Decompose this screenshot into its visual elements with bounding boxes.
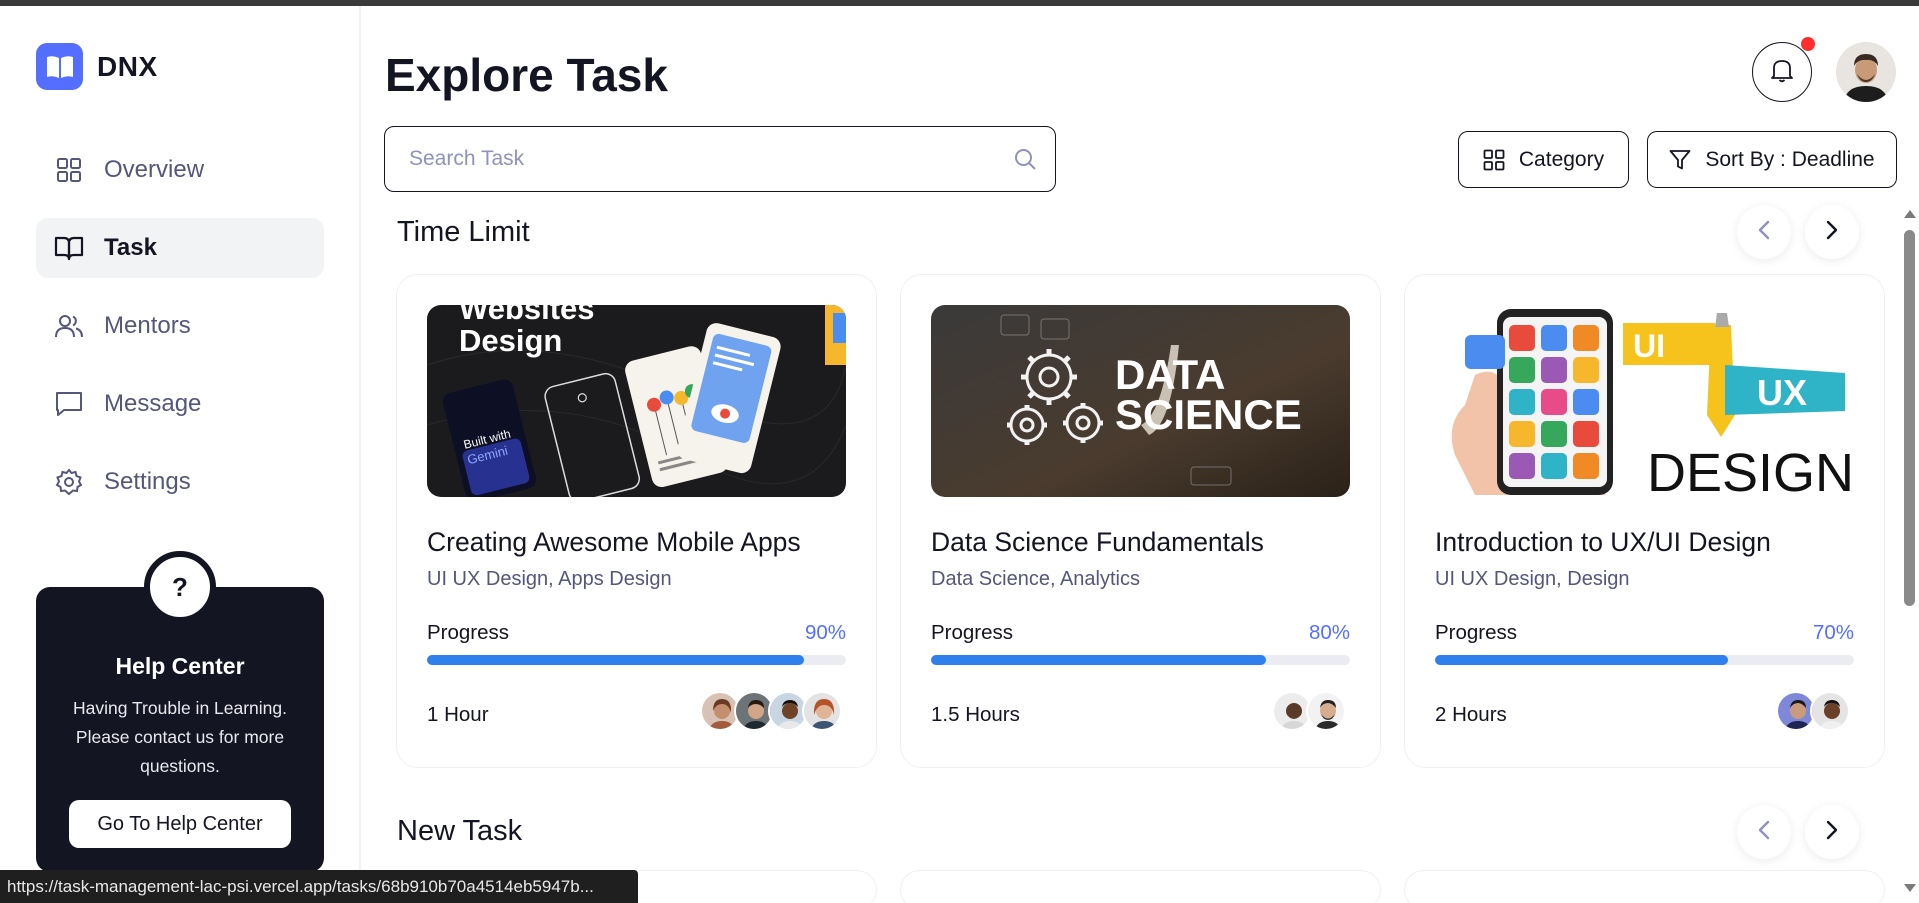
logo[interactable]: DNX <box>36 43 158 90</box>
sidebar-item-label: Settings <box>104 468 191 495</box>
sidebar-nav: Overview Task Mentors Message Settings <box>36 140 324 530</box>
thumb-tag-ux: UX <box>1757 372 1807 413</box>
sort-label: Sort By : Deadline <box>1705 147 1875 171</box>
search-box <box>384 126 1056 192</box>
link-preview-status: https://task-management-lac-psi.vercel.a… <box>0 870 638 903</box>
sidebar-item-label: Task <box>104 234 157 261</box>
sort-button[interactable]: Sort By : Deadline <box>1647 131 1897 188</box>
thumb-heading-2: SCIENCE <box>1115 391 1302 438</box>
thumb-heading-2: Design <box>459 323 562 358</box>
mentor-avatars <box>1776 691 1850 731</box>
progress-bar <box>1435 655 1729 665</box>
message-icon <box>54 389 84 419</box>
task-title: Data Science Fundamentals <box>931 527 1264 557</box>
progress-track <box>1435 655 1854 665</box>
progress-label: Progress <box>931 621 1014 644</box>
chevron-left-icon <box>1757 819 1771 846</box>
sidebar-item-message[interactable]: Message <box>36 374 324 434</box>
sidebar-item-settings[interactable]: Settings <box>36 452 324 512</box>
chevron-left-icon <box>1757 219 1771 246</box>
progress-track <box>931 655 1350 665</box>
scrollbar[interactable] <box>1899 208 1919 903</box>
duration: 2 Hours <box>1435 703 1507 726</box>
task-thumbnail: Websites Design Built with Gemini <box>427 305 846 497</box>
sidebar-item-mentors[interactable]: Mentors <box>36 296 324 356</box>
users-icon <box>54 311 84 341</box>
sidebar-item-label: Overview <box>104 156 205 183</box>
book-logo-icon <box>36 43 83 90</box>
notification-dot <box>1801 37 1815 51</box>
sidebar: DNX Overview Task Mentors Message Settin… <box>0 6 361 903</box>
task-card[interactable] <box>900 870 1381 903</box>
avatar <box>1810 691 1850 731</box>
scroll-thumb[interactable] <box>1904 230 1915 606</box>
task-thumbnail: UI UX DESIGN <box>1435 305 1854 497</box>
task-card[interactable]: DATA SCIENCE Data Science Fundamentals D… <box>900 274 1381 768</box>
task-card[interactable] <box>1404 870 1885 903</box>
search-icon[interactable] <box>995 147 1055 171</box>
task-card[interactable]: UI UX DESIGN Introduction to UX/UI Desig… <box>1404 274 1885 768</box>
category-button[interactable]: Category <box>1458 131 1629 188</box>
app-name: DNX <box>97 50 158 82</box>
task-title: Introduction to UX/UI Design <box>1435 527 1771 557</box>
help-title: Help Center <box>115 653 245 679</box>
avatar <box>1306 691 1346 731</box>
next-button[interactable] <box>1805 205 1859 259</box>
task-card[interactable]: Websites Design Built with Gemini Creatin… <box>396 274 877 768</box>
section-title-new-task: New Task <box>397 815 523 847</box>
section-title-time-limit: Time Limit <box>397 216 530 248</box>
progress-value: 70% <box>1812 621 1854 644</box>
next-button[interactable] <box>1805 805 1859 859</box>
sidebar-item-label: Mentors <box>104 312 191 339</box>
filter-icon <box>1669 149 1691 171</box>
scroll-up-arrow-icon[interactable] <box>1904 210 1916 218</box>
chevron-right-icon <box>1825 219 1839 246</box>
duration: 1 Hour <box>427 703 489 726</box>
thumb-heading: DESIGN <box>1647 443 1854 497</box>
progress-track <box>427 655 846 665</box>
sidebar-item-overview[interactable]: Overview <box>36 140 324 200</box>
avatar <box>802 691 842 731</box>
prev-button[interactable] <box>1737 805 1791 859</box>
sidebar-item-label: Message <box>104 390 202 417</box>
page-title: Explore Task <box>385 49 668 101</box>
grid-icon <box>54 155 84 185</box>
mentor-avatars <box>700 691 842 731</box>
search-input[interactable] <box>409 147 995 171</box>
prev-button[interactable] <box>1737 205 1791 259</box>
grid-icon <box>1483 149 1505 171</box>
task-category: Data Science, Analytics <box>931 568 1140 590</box>
gear-icon <box>54 467 84 497</box>
progress-bar <box>427 655 805 665</box>
notification-button[interactable] <box>1752 42 1812 102</box>
mentor-avatars <box>1272 691 1346 731</box>
question-icon: ? <box>144 551 216 623</box>
thumb-tag-ui: UI <box>1633 328 1665 364</box>
bell-icon <box>1770 57 1794 88</box>
progress-label: Progress <box>427 621 510 644</box>
progress-value: 90% <box>804 621 846 644</box>
task-title: Creating Awesome Mobile Apps <box>427 527 801 557</box>
progress-value: 80% <box>1308 621 1350 644</box>
task-category: UI UX Design, Design <box>1435 568 1630 590</box>
book-icon <box>54 233 84 263</box>
duration: 1.5 Hours <box>931 703 1020 726</box>
progress-bar <box>931 655 1267 665</box>
task-category: UI UX Design, Apps Design <box>427 568 672 590</box>
sidebar-item-task[interactable]: Task <box>36 218 324 278</box>
go-to-help-center-button[interactable]: Go To Help Center <box>69 800 291 848</box>
help-text: Having Trouble in Learning. Please conta… <box>72 698 288 776</box>
task-thumbnail: DATA SCIENCE <box>931 305 1350 497</box>
scroll-down-arrow-icon[interactable] <box>1904 884 1916 892</box>
progress-label: Progress <box>1435 621 1518 644</box>
user-avatar[interactable] <box>1836 42 1896 102</box>
category-label: Category <box>1518 147 1605 171</box>
help-center-card: ? Help Center Having Trouble in Learning… <box>36 551 324 872</box>
chevron-right-icon <box>1825 819 1839 846</box>
